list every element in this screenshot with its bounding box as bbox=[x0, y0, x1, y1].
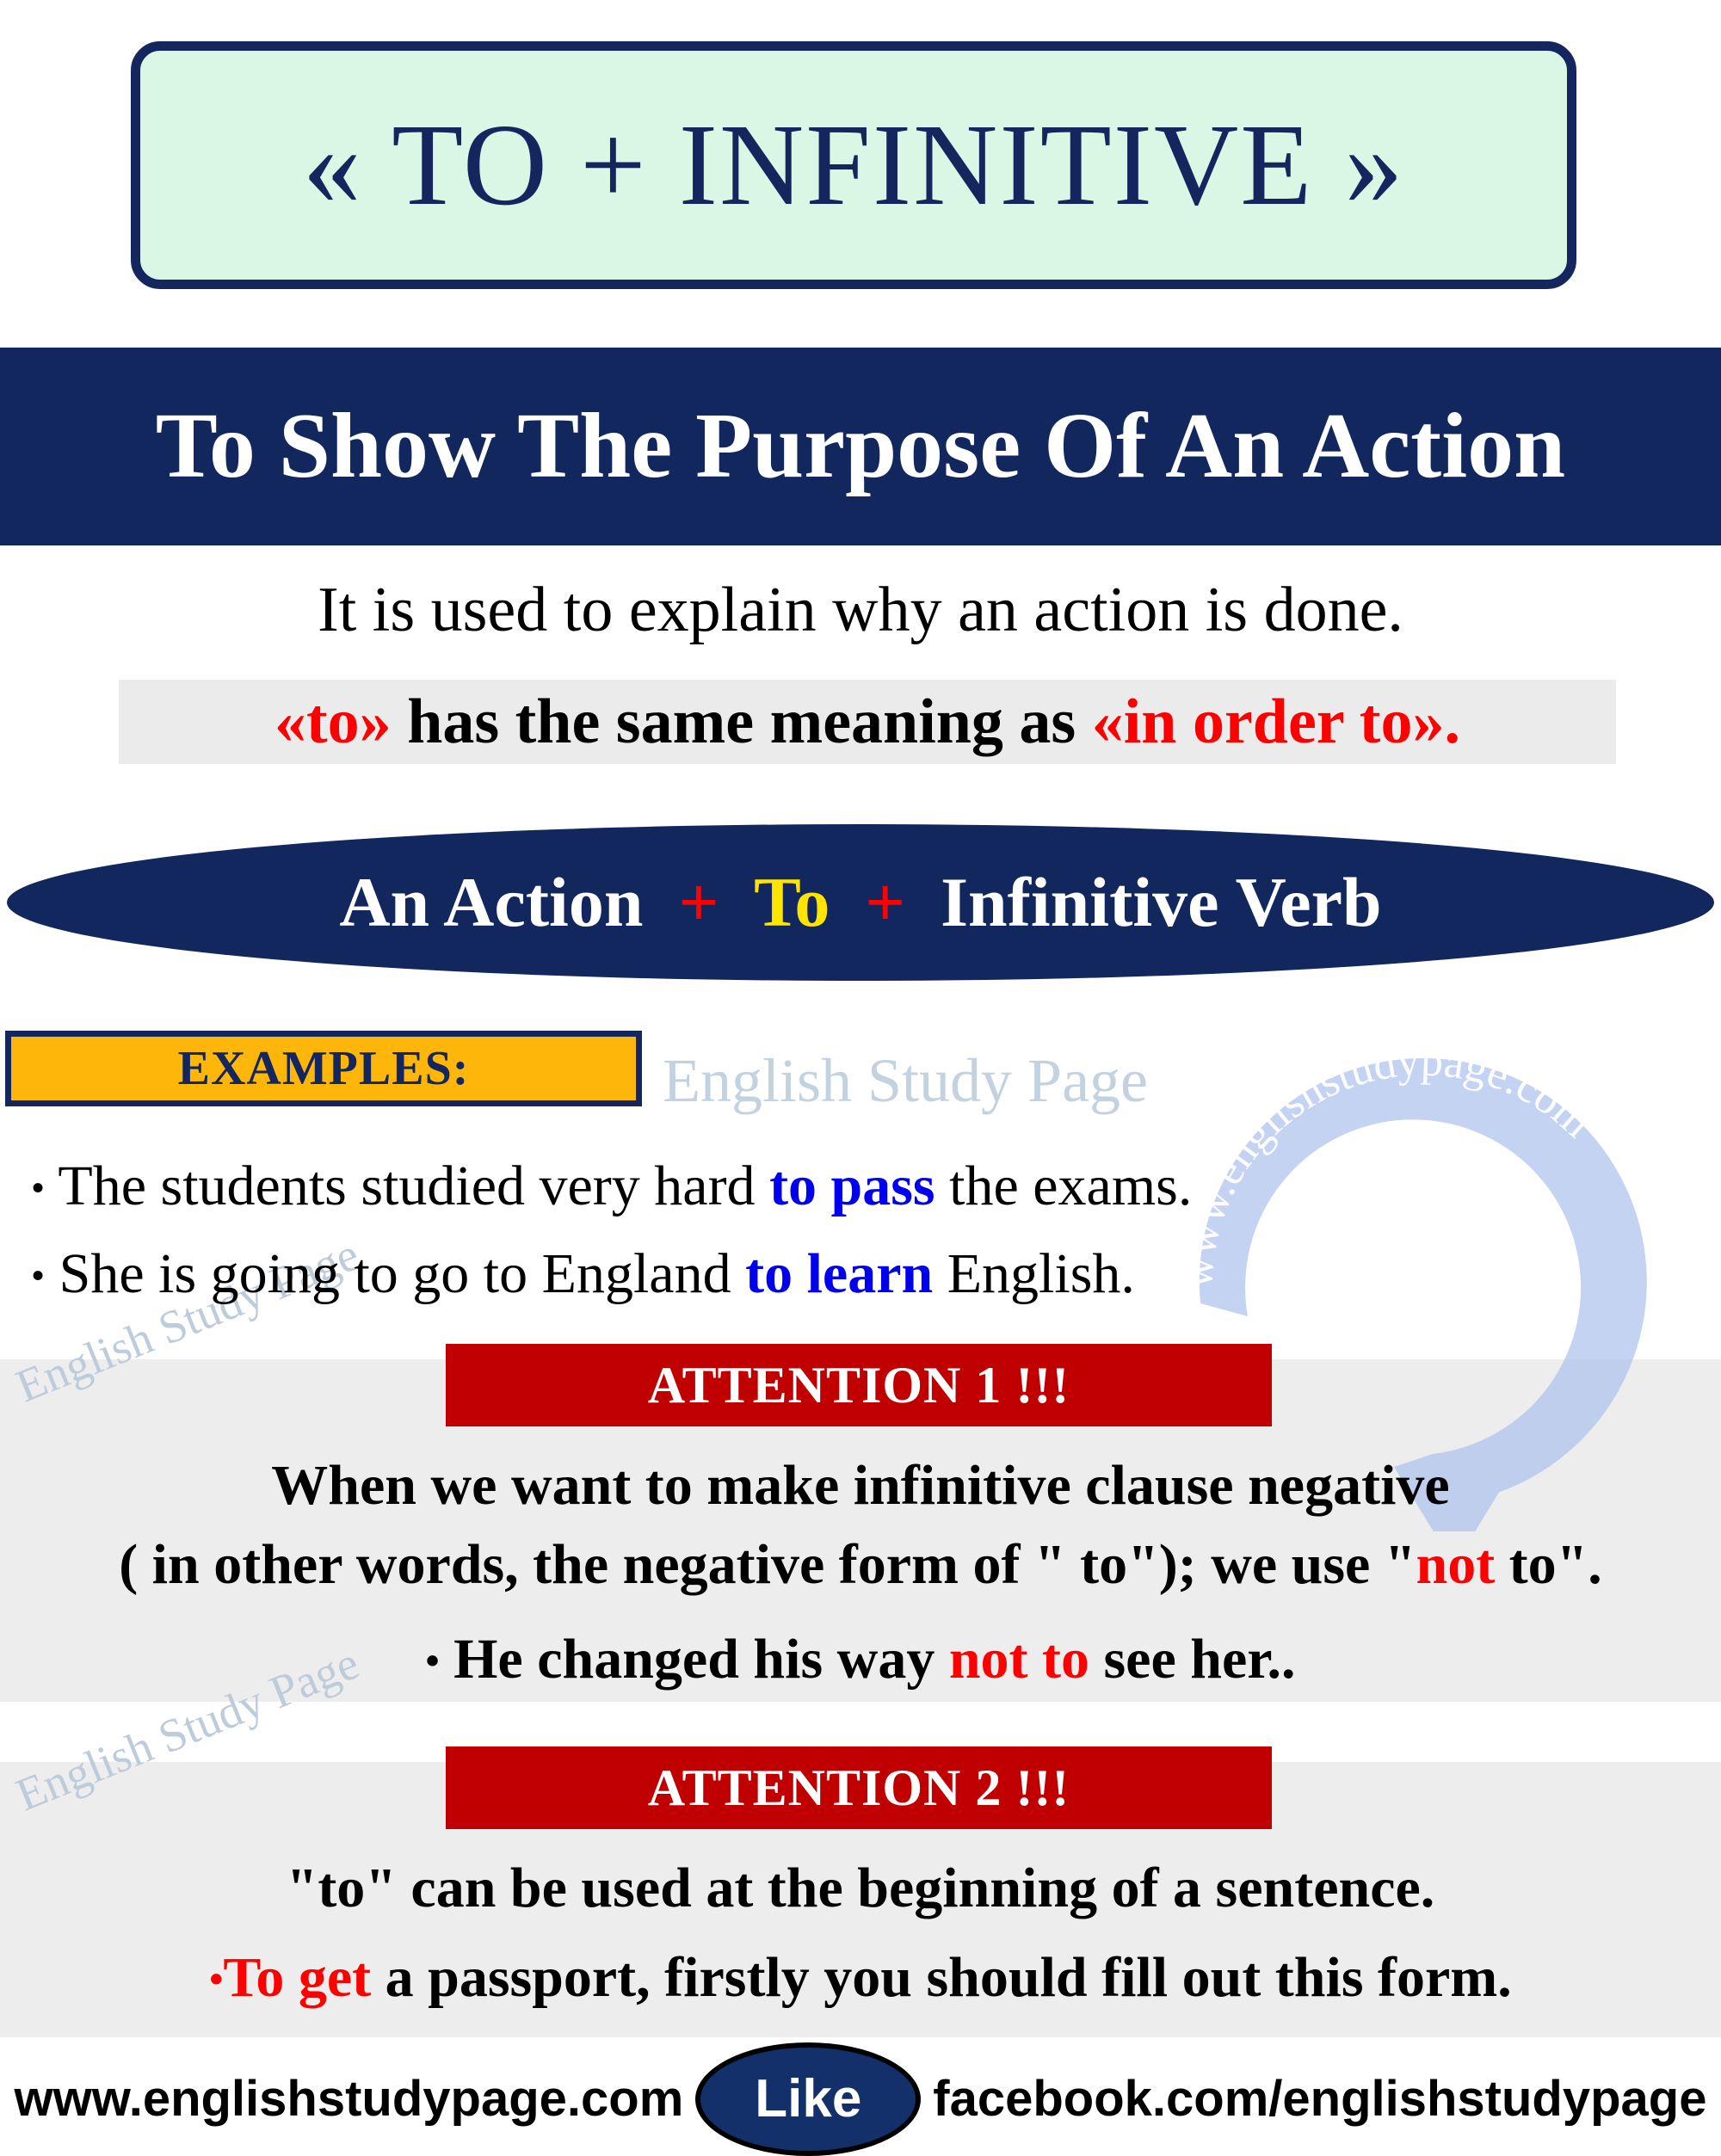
attention-2-example-highlight: To get bbox=[223, 1946, 372, 2009]
attention-1-not-token: not bbox=[1416, 1533, 1496, 1596]
formula-text: An Action + To + Infinitive Verb bbox=[339, 867, 1381, 938]
attention-1-example: • He changed his way not to see her.. bbox=[0, 1628, 1721, 1691]
example-text-pre: She is going to go to England bbox=[45, 1242, 746, 1305]
attention-1-line-1: When we want to make infinitive clause n… bbox=[271, 1454, 1450, 1517]
attention-1-example-highlight: not to bbox=[948, 1628, 1089, 1691]
list-item: • She is going to go to England to learn… bbox=[0, 1246, 1721, 1303]
bullet-icon: • bbox=[31, 1253, 46, 1297]
example-text-pre: The students studied very hard bbox=[45, 1155, 770, 1217]
examples-header-box: EXAMPLES: bbox=[5, 1031, 642, 1106]
list-item: • The students studied very hard to pass… bbox=[0, 1158, 1721, 1215]
explanation-in-order-to-token: «in order to». bbox=[1091, 687, 1460, 757]
example-text-post: English. bbox=[933, 1242, 1135, 1305]
example-highlight: to learn bbox=[745, 1242, 934, 1305]
bullet-icon: • bbox=[209, 1956, 224, 2001]
page-title: « TO + INFINITIVE » bbox=[302, 101, 1405, 230]
explanation-highlight-band: «to» has the same meaning as «in order t… bbox=[119, 680, 1616, 764]
attention-1-example-post: see her.. bbox=[1089, 1628, 1296, 1691]
page-title-box: « TO + INFINITIVE » bbox=[131, 41, 1576, 289]
attention-1-badge: ATTENTION 1 !!! bbox=[446, 1344, 1272, 1426]
section-banner: To Show The Purpose Of An Action bbox=[0, 348, 1721, 545]
explanation-line-1: It is used to explain why an action is d… bbox=[318, 575, 1403, 645]
attention-2-example-post: a passport, firstly you should fill out … bbox=[371, 1946, 1512, 2009]
attention-1-line-2: ( in other words, the negative form of "… bbox=[0, 1533, 1721, 1597]
formula-plus-1: + bbox=[678, 863, 719, 941]
like-button-label: Like bbox=[755, 2069, 862, 2128]
footer-facebook-link[interactable]: facebook.com/englishstudypage bbox=[933, 2074, 1706, 2124]
examples-label: EXAMPLES: bbox=[177, 1042, 470, 1095]
bullet-icon: • bbox=[31, 1165, 46, 1210]
attention-1-example-pre: He changed his way bbox=[439, 1628, 949, 1691]
attention-1-line-2-post: to". bbox=[1495, 1533, 1602, 1596]
explanation-to-token: «to» bbox=[274, 687, 392, 757]
watermark-center: English Study Page bbox=[663, 1046, 1149, 1115]
formula-part-to: To bbox=[754, 863, 830, 941]
formula-oval: An Action + To + Infinitive Verb bbox=[7, 824, 1714, 981]
example-text-post: the exams. bbox=[935, 1155, 1193, 1217]
footer-website-link[interactable]: www.englishstudypage.com bbox=[15, 2074, 684, 2124]
example-highlight: to pass bbox=[769, 1155, 935, 1217]
bullet-icon: • bbox=[425, 1638, 440, 1683]
formula-part-action: An Action bbox=[339, 863, 644, 941]
explanation-line-2-middle: has the same meaning as bbox=[391, 687, 1092, 757]
attention-1-label: ATTENTION 1 !!! bbox=[647, 1357, 1070, 1414]
explanation-line-2: «to» has the same meaning as «in order t… bbox=[274, 690, 1460, 754]
attention-2-label: ATTENTION 2 !!! bbox=[647, 1759, 1070, 1816]
formula-part-infinitive: Infinitive Verb bbox=[941, 863, 1382, 941]
facebook-like-button[interactable]: Like bbox=[695, 2042, 922, 2156]
attention-2-line-1: "to" can be used at the beginning of a s… bbox=[286, 1857, 1435, 1919]
section-banner-title: To Show The Purpose Of An Action bbox=[155, 395, 1566, 497]
attention-2-example: •To get a passport, firstly you should f… bbox=[0, 1946, 1721, 2010]
attention-2-badge: ATTENTION 2 !!! bbox=[446, 1746, 1272, 1829]
examples-list: • The students studied very hard to pass… bbox=[0, 1158, 1721, 1334]
formula-plus-2: + bbox=[865, 863, 906, 941]
attention-1-line-2-pre: ( in other words, the negative form of "… bbox=[119, 1533, 1416, 1596]
footer: www.englishstudypage.com Like facebook.c… bbox=[0, 2042, 1721, 2156]
